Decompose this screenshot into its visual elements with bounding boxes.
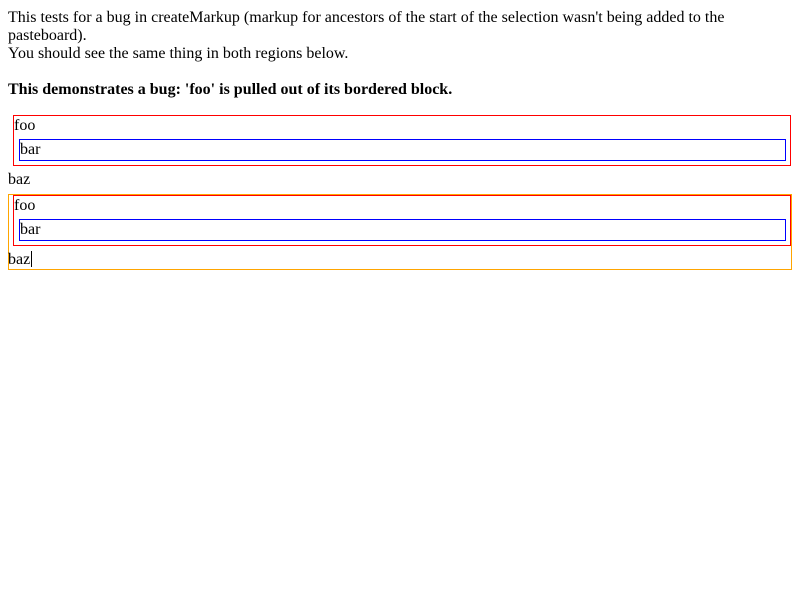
intro-line-1: This tests for a bug in createMarkup (ma… [8, 9, 725, 44]
intro-text: This tests for a bug in createMarkup (ma… [8, 9, 792, 63]
pasted-outer-bordered-block[interactable]: foo bar [13, 195, 791, 246]
text-caret [31, 251, 33, 267]
baz-text: baz [8, 171, 31, 188]
pasted-baz-line[interactable]: baz [8, 251, 791, 269]
editable-paste-region[interactable]: foo bar baz [8, 194, 792, 270]
page-content: This tests for a bug in createMarkup (ma… [8, 9, 792, 270]
pasted-bar-text[interactable]: bar [20, 221, 40, 238]
intro-line-2: You should see the same thing in both re… [8, 45, 349, 62]
pasted-foo-text[interactable]: foo [14, 196, 786, 215]
foo-text: foo [14, 117, 36, 134]
pasted-inner-bordered-block[interactable]: bar [19, 219, 786, 241]
original-region: foo bar baz [8, 115, 792, 189]
bug-heading: This demonstrates a bug: 'foo' is pulled… [8, 81, 453, 98]
inner-bordered-block: bar [19, 139, 786, 161]
pasted-baz-text[interactable]: baz [8, 251, 30, 268]
outer-bordered-block: foo bar [13, 115, 791, 166]
bar-text: bar [20, 141, 41, 158]
